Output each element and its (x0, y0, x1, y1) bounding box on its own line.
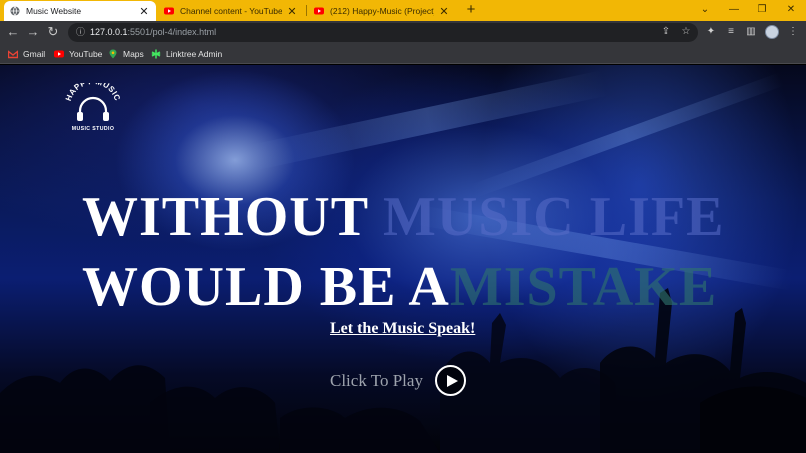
tab-title: (212) Happy-Music (Project) - Yo (330, 6, 434, 16)
reload-icon[interactable]: ↻ (45, 24, 61, 40)
tab-strip: Music Website ✕ Channel content - YouTub… (0, 0, 806, 21)
bookmark-label: Gmail (23, 49, 46, 59)
close-window-icon[interactable]: ✕ (779, 2, 803, 18)
globe-icon (10, 6, 20, 16)
youtube-icon (314, 7, 324, 15)
bookmark-maps[interactable]: Maps (108, 47, 144, 61)
tab-title: Music Website (26, 6, 82, 16)
bookmark-star-icon[interactable]: ☆ (680, 26, 692, 38)
url-path: :5501/pol-4/index.html (127, 27, 217, 37)
tagline-link[interactable]: Let the Music Speak! (330, 320, 475, 338)
url-host: 127.0.0.1 (90, 27, 128, 37)
new-tab-button[interactable]: + (464, 2, 478, 18)
tab-happy-music-project[interactable]: (212) Happy-Music (Project) - Yo ✕ (308, 1, 456, 21)
site-info-icon[interactable]: ⓘ (76, 26, 86, 38)
play-button[interactable] (435, 365, 466, 396)
youtube-icon (164, 7, 174, 15)
forward-arrow-icon[interactable]: → (25, 24, 41, 40)
back-arrow-icon[interactable]: ← (5, 24, 21, 40)
close-tab-icon[interactable]: ✕ (286, 5, 298, 18)
side-panel-icon[interactable]: ▥ (744, 25, 758, 39)
maps-icon (109, 49, 117, 59)
tab-title: Channel content - YouTube Studi (180, 6, 282, 16)
menu-kebab-icon[interactable]: ⋮ (786, 25, 800, 39)
logo-arc-text: HAPPY MUSIC (64, 83, 122, 102)
bookmark-label: Maps (123, 49, 144, 59)
media-queue-icon[interactable]: ≡ (724, 25, 738, 39)
address-bar[interactable]: ⓘ 127.0.0.1:5501/pol-4/index.html ⇪ ☆ (68, 23, 698, 42)
headphones-icon (78, 96, 108, 116)
svg-text:HAPPY MUSIC: HAPPY MUSIC (64, 83, 122, 102)
profile-avatar[interactable] (765, 25, 779, 39)
bookmark-label: YouTube (69, 49, 103, 59)
tab-search-chevron-icon[interactable]: ⌄ (693, 2, 717, 18)
linktree-icon (151, 49, 161, 59)
bookmarks-bar: Gmail YouTube Maps Linktree Admin (0, 44, 806, 64)
share-icon[interactable]: ⇪ (660, 26, 672, 38)
logo-sub-text: MUSIC STUDIO (72, 126, 115, 132)
browser-toolbar: ← → ↻ ⓘ 127.0.0.1:5501/pol-4/index.html … (0, 21, 806, 44)
bookmark-linktree[interactable]: Linktree Admin (151, 47, 222, 61)
tab-divider (306, 5, 307, 16)
bookmark-gmail[interactable]: Gmail (8, 47, 45, 61)
play-label: Click To Play (330, 371, 423, 390)
gmail-icon (8, 50, 18, 59)
headline-bright-text: WITHOUT (82, 186, 369, 248)
close-tab-icon[interactable]: ✕ (438, 5, 450, 18)
headline-muted-text: MISTAKE (449, 256, 718, 318)
bookmark-youtube[interactable]: YouTube (54, 47, 102, 61)
tab-youtube-studio[interactable]: Channel content - YouTube Studi ✕ (158, 1, 304, 21)
headline-muted-text: MUSIC LIFE (383, 186, 725, 248)
bookmark-label: Linktree Admin (166, 49, 223, 59)
headline-line-2: WOULD BE AMISTAKE (82, 257, 717, 317)
headline-bright-text: WOULD BE A (82, 256, 450, 318)
tab-music-website[interactable]: Music Website ✕ (4, 1, 156, 21)
minimize-icon[interactable]: — (722, 2, 746, 18)
youtube-icon (54, 50, 64, 58)
restore-icon[interactable]: ❐ (750, 2, 774, 18)
hero-section: HAPPY MUSIC MUSIC STUDIO WITHOUT MUSIC L… (0, 65, 806, 453)
url-text[interactable]: 127.0.0.1:5501/pol-4/index.html (90, 26, 216, 39)
headline-line-1: WITHOUT MUSIC LIFE (82, 187, 724, 247)
extensions-puzzle-icon[interactable]: ✦ (704, 25, 718, 39)
close-tab-icon[interactable]: ✕ (138, 5, 150, 18)
play-icon (447, 375, 458, 387)
happy-music-logo[interactable]: HAPPY MUSIC MUSIC STUDIO (62, 83, 124, 133)
